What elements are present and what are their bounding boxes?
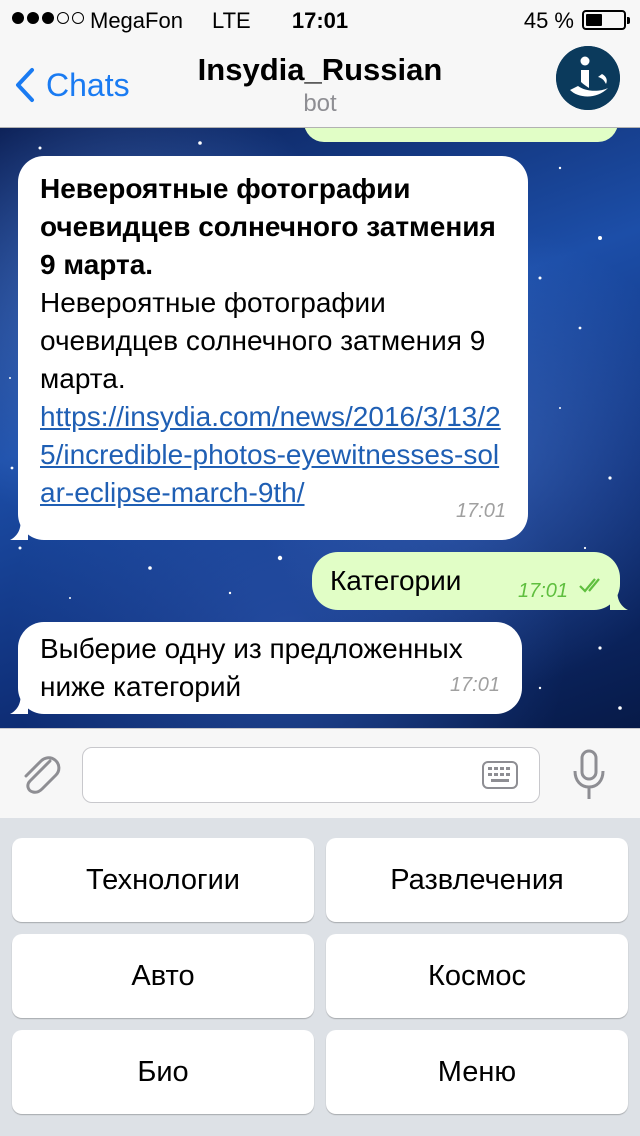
message-bubble-outgoing-partial[interactable] [304, 128, 618, 142]
message-bubble-incoming[interactable]: Выберие одну из предложенных ниже катего… [10, 622, 522, 714]
keyboard-icon[interactable] [482, 761, 518, 789]
message-time: 17:01 [518, 580, 569, 602]
bubble-tail [10, 692, 28, 714]
message-time: 17:01 [449, 674, 500, 696]
keyboard-button-space[interactable]: Космос [326, 934, 628, 1018]
keyboard-button-technology[interactable]: Технологии [12, 838, 314, 922]
message-time: 17:01 [455, 500, 506, 522]
status-bar: MegaFon LTE 17:01 45 % [0, 0, 640, 40]
message-bubble-outgoing[interactable]: Категории 17:01 [312, 552, 628, 610]
battery-icon [582, 10, 630, 30]
keyboard-button-auto[interactable]: Авто [12, 934, 314, 1018]
chat-subtitle: bot [303, 90, 337, 117]
paperclip-icon[interactable] [16, 749, 62, 799]
message-text: Невероятные фотографии очевидцев солнечн… [40, 287, 486, 394]
message-composer [0, 728, 640, 818]
microphone-icon[interactable] [570, 747, 608, 803]
message-title: Невероятные фотографии очевидцев солнечн… [40, 173, 496, 280]
bot-reply-keyboard: Технологии Развлечения Авто Космос Био М… [0, 818, 640, 1136]
double-check-icon [579, 578, 600, 593]
message-text: Категории [330, 565, 462, 596]
chat-title[interactable]: Insydia_Russian [0, 52, 640, 88]
bot-avatar[interactable] [556, 46, 620, 110]
message-text: Выберие одну из предложенных ниже катего… [40, 633, 463, 702]
dolphin-logo-icon [556, 46, 620, 110]
chat-header: Chats Insydia_Russian bot [0, 40, 640, 128]
battery-percent: 45 % [523, 8, 574, 33]
keyboard-button-entertainment[interactable]: Развлечения [326, 838, 628, 922]
message-link[interactable]: https://insydia.com/news/2016/3/13/25/in… [40, 398, 506, 512]
keyboard-button-bio[interactable]: Био [12, 1030, 314, 1114]
bubble-tail [610, 588, 628, 610]
bubble-tail [10, 518, 28, 540]
message-list[interactable]: Невероятные фотографии очевидцев солнечн… [0, 128, 640, 728]
message-input[interactable] [82, 747, 540, 803]
keyboard-button-menu[interactable]: Меню [326, 1030, 628, 1114]
message-bubble-incoming[interactable]: Невероятные фотографии очевидцев солнечн… [10, 156, 528, 540]
